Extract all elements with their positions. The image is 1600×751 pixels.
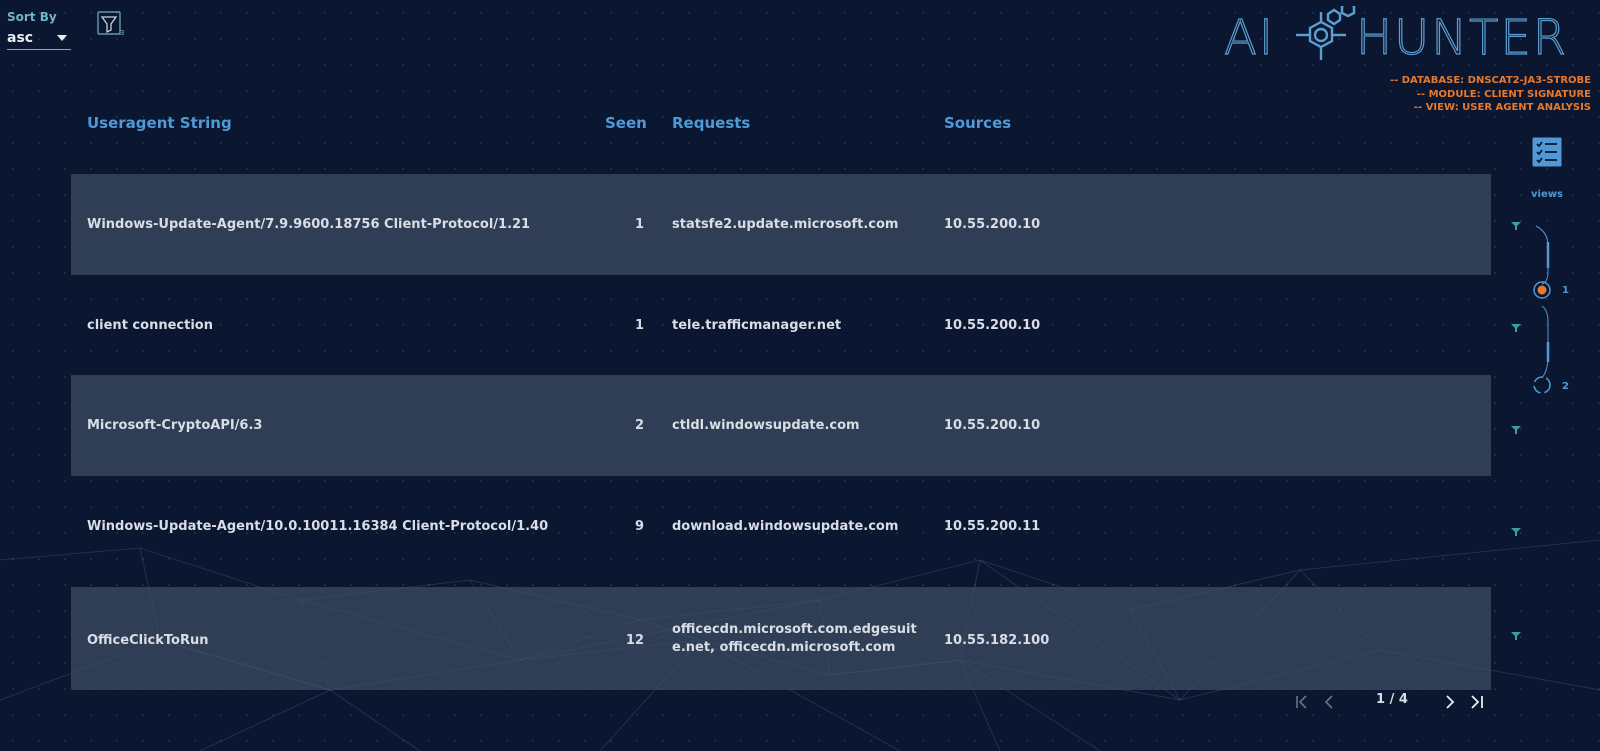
module-label: -- MODULE: CLIENT SIGNATURE	[1416, 88, 1591, 100]
view-2-number: 2	[1562, 381, 1569, 392]
row-filter-icon[interactable]	[1510, 630, 1522, 642]
logo-text-hunter: HUNTER	[1356, 10, 1568, 64]
sort-order-value: asc	[7, 30, 34, 46]
table-row[interactable]: Microsoft-CryptoAPI/6.3 2 ctldl.windowsu…	[71, 375, 1491, 476]
filter-button[interactable]: 3	[97, 11, 127, 41]
useragent-cell: OfficeClickToRun	[87, 633, 209, 648]
sort-order-select[interactable]: asc	[7, 30, 71, 50]
view-2-node[interactable]	[1533, 376, 1551, 394]
row-filter-icon[interactable]	[1510, 322, 1522, 334]
sort-by-label: Sort By	[7, 10, 57, 24]
ai-hunter-logo: AI HUNTER	[1224, 6, 1568, 64]
database-label: -- DATABASE: DNSCAT2-JA3-STROBE	[1389, 75, 1591, 86]
seen-cell: 2	[634, 418, 644, 433]
useragent-cell: Windows-Update-Agent/10.0.10011.16384 Cl…	[87, 519, 549, 534]
seen-cell: 1	[634, 217, 644, 232]
column-header-requests[interactable]: Requests	[672, 114, 750, 132]
table-header: Useragent String Seen Requests Sources	[71, 114, 1491, 136]
sources-cell: 10.55.182.100	[944, 633, 1050, 648]
last-page-icon[interactable]	[1468, 695, 1484, 709]
row-filter-icon[interactable]	[1510, 220, 1522, 232]
sources-cell: 10.55.200.10	[944, 318, 1041, 333]
context-info: -- DATABASE: DNSCAT2-JA3-STROBE -- MODUL…	[1390, 74, 1591, 115]
seen-cell: 9	[634, 519, 644, 534]
useragent-cell: Microsoft-CryptoAPI/6.3	[87, 418, 263, 433]
views-label: views	[1531, 189, 1563, 200]
sources-cell: 10.55.200.11	[944, 519, 1041, 534]
first-page-icon[interactable]	[1295, 695, 1311, 709]
checklist-icon[interactable]	[1532, 137, 1562, 167]
sort-by-control[interactable]: Sort By asc	[7, 10, 71, 50]
column-header-sources[interactable]: Sources	[944, 114, 1011, 132]
row-filter-icon[interactable]	[1510, 424, 1522, 436]
table-row[interactable]: client connection 1 tele.trafficmanager.…	[71, 275, 1491, 376]
requests-cell: statsfe2.update.microsoft.com	[672, 217, 899, 232]
next-page-icon[interactable]	[1444, 695, 1456, 709]
column-header-useragent[interactable]: Useragent String	[87, 114, 232, 132]
chevron-down-icon[interactable]	[57, 35, 67, 41]
sources-cell: 10.55.200.10	[944, 418, 1041, 433]
row-filter-icon[interactable]	[1510, 526, 1522, 538]
useragent-cell: Windows-Update-Agent/7.9.9600.18756 Clie…	[87, 217, 531, 232]
page-indicator: 1 / 4	[1376, 692, 1408, 707]
logo-text-ai: AI	[1224, 10, 1275, 64]
table-row[interactable]: OfficeClickToRun 12 officecdn.microsoft.…	[71, 587, 1491, 690]
filter-count: 3	[120, 29, 125, 37]
view-1-number: 1	[1562, 285, 1569, 296]
table-row[interactable]: Windows-Update-Agent/7.9.9600.18756 Clie…	[71, 174, 1491, 275]
seen-cell: 12	[625, 633, 644, 648]
useragent-cell: client connection	[87, 318, 213, 333]
requests-cell: ctldl.windowsupdate.com	[672, 418, 860, 433]
hex-network-icon	[1296, 6, 1356, 60]
column-header-seen[interactable]: Seen	[605, 114, 647, 132]
view-label: -- VIEW: USER AGENT ANALYSIS	[1413, 102, 1591, 113]
seen-cell: 1	[634, 318, 644, 333]
requests-cell: download.windowsupdate.com	[672, 519, 899, 534]
view-1-node[interactable]	[1533, 281, 1551, 299]
requests-cell: officecdn.microsoft.com.edgesuite.net, o…	[672, 622, 917, 655]
table-row[interactable]: Windows-Update-Agent/10.0.10011.16384 Cl…	[71, 476, 1491, 577]
previous-page-icon[interactable]	[1324, 695, 1336, 709]
sources-cell: 10.55.200.10	[944, 217, 1041, 232]
views-timeline	[1533, 225, 1551, 394]
requests-cell: tele.trafficmanager.net	[672, 318, 842, 333]
